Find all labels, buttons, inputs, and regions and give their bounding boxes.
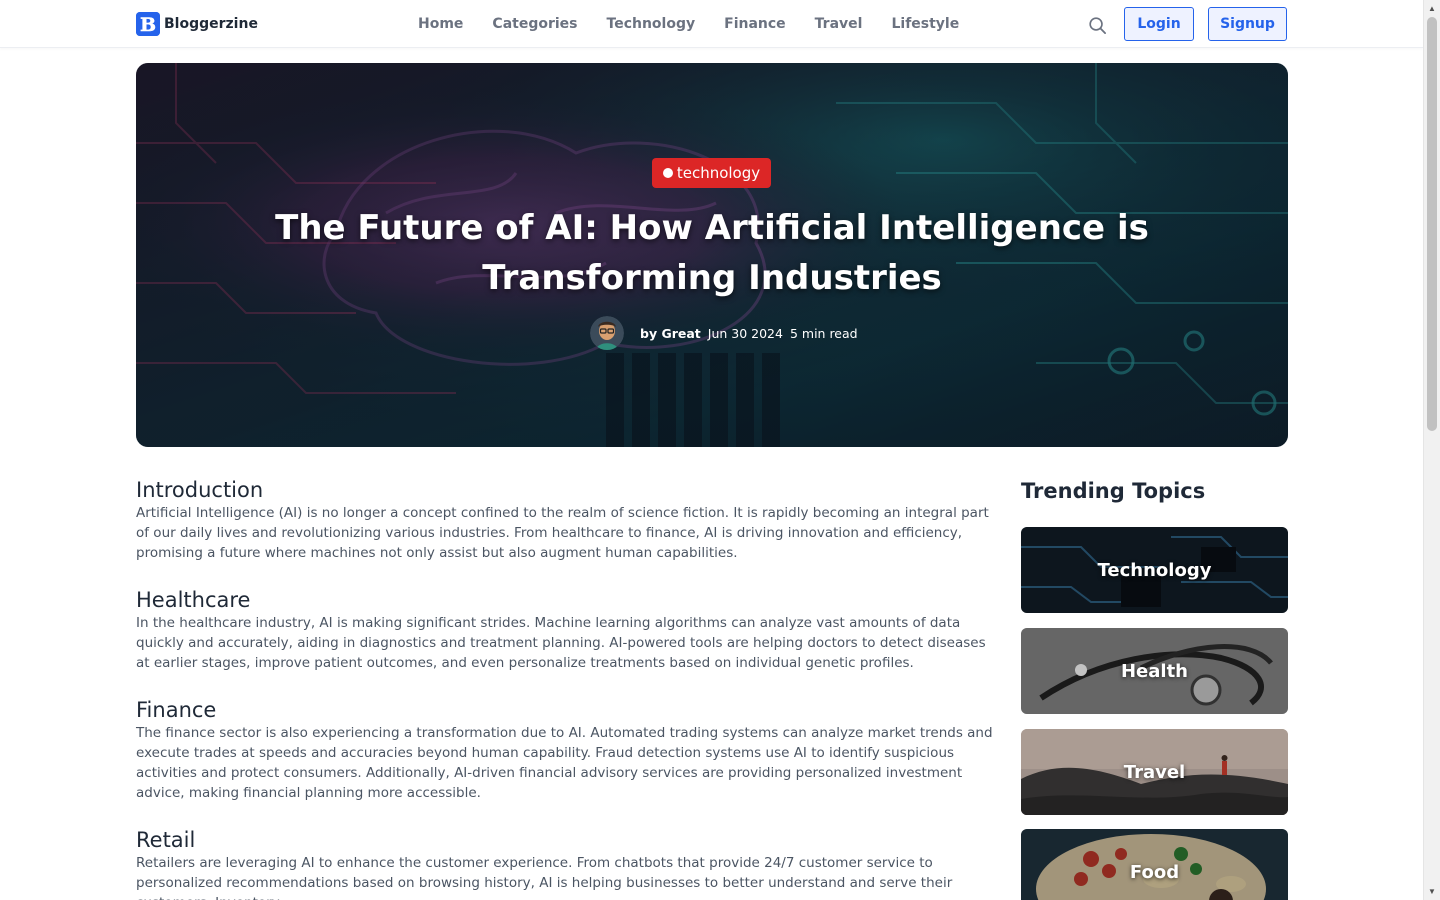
brand-logo-link[interactable]: B Bloggerzine bbox=[136, 12, 258, 36]
topic-card-technology[interactable]: Technology bbox=[1021, 527, 1288, 613]
topic-card-health[interactable]: Health bbox=[1021, 628, 1288, 714]
section-heading: Healthcare bbox=[136, 588, 251, 612]
section-retail: Retail Retailers are leveraging AI to en… bbox=[136, 827, 996, 900]
page-scrollbar[interactable]: ▲ ▼ bbox=[1423, 0, 1440, 900]
nav-link-technology[interactable]: Technology bbox=[607, 16, 696, 32]
category-tag-label: technology bbox=[676, 164, 761, 182]
scrollbar-thumb[interactable] bbox=[1427, 17, 1437, 431]
section-heading: Retail bbox=[136, 828, 196, 852]
section-finance: Finance The finance sector is also exper… bbox=[136, 697, 996, 827]
nav-link-finance[interactable]: Finance bbox=[724, 16, 786, 32]
trending-title: Trending Topics bbox=[1021, 479, 1206, 503]
topic-label: Food bbox=[1129, 861, 1180, 883]
section-introduction: Introduction Artificial Intelligence (AI… bbox=[136, 477, 996, 587]
tag-dot-icon bbox=[662, 168, 673, 178]
topic-card-travel[interactable]: Travel bbox=[1021, 729, 1288, 815]
nav-link-travel[interactable]: Travel bbox=[815, 16, 863, 32]
scroll-down-arrow-icon[interactable]: ▼ bbox=[1424, 883, 1440, 900]
read-time: 5 min read bbox=[789, 325, 858, 341]
article-title: The Future of AI: How Artificial Intelli… bbox=[275, 208, 1149, 298]
article-meta: by Great Jun 30 2024 5 min read bbox=[590, 316, 858, 350]
section-healthcare: Healthcare In the healthcare industry, A… bbox=[136, 587, 996, 697]
hero-banner: technology The Future of AI: How Artific… bbox=[136, 63, 1288, 447]
signup-button[interactable]: Signup bbox=[1208, 7, 1287, 41]
category-tag-technology[interactable]: technology bbox=[652, 158, 771, 188]
topic-label: Health bbox=[1120, 660, 1188, 682]
topic-label: Technology bbox=[1097, 559, 1212, 581]
topic-label: Travel bbox=[1123, 761, 1186, 783]
section-heading: Introduction bbox=[136, 478, 264, 502]
nav-link-categories[interactable]: Categories bbox=[492, 16, 577, 32]
avatar-icon[interactable] bbox=[590, 316, 624, 350]
section-heading: Finance bbox=[136, 698, 217, 722]
top-navbar: B Bloggerzine Home Categories Technology… bbox=[0, 0, 1423, 48]
author-name[interactable]: by Great bbox=[640, 326, 701, 341]
section-paragraph: Retailers are leveraging AI to enhance t… bbox=[136, 855, 953, 900]
b-logo-icon: B bbox=[136, 12, 160, 36]
nav-link-home[interactable]: Home bbox=[418, 16, 463, 32]
publish-date: Jun 30 2024 bbox=[707, 325, 783, 341]
topic-card-food[interactable]: Food bbox=[1021, 829, 1288, 900]
search-icon[interactable] bbox=[1087, 15, 1107, 35]
login-button[interactable]: Login bbox=[1124, 7, 1194, 41]
main-nav: Home Categories Technology Finance Trave… bbox=[418, 0, 959, 48]
section-paragraph: The finance sector is also experiencing … bbox=[136, 725, 993, 801]
article-body: Introduction Artificial Intelligence (AI… bbox=[136, 477, 996, 900]
svg-text:B: B bbox=[140, 14, 156, 36]
nav-link-lifestyle[interactable]: Lifestyle bbox=[891, 16, 959, 32]
trending-topics-sidebar: Trending Topics Technology Health Travel… bbox=[1021, 477, 1288, 900]
brand-name: Bloggerzine bbox=[164, 16, 258, 32]
section-paragraph: In the healthcare industry, AI is making… bbox=[136, 615, 986, 671]
section-paragraph: Artificial Intelligence (AI) is no longe… bbox=[136, 505, 989, 561]
scroll-up-arrow-icon[interactable]: ▲ bbox=[1424, 0, 1440, 17]
